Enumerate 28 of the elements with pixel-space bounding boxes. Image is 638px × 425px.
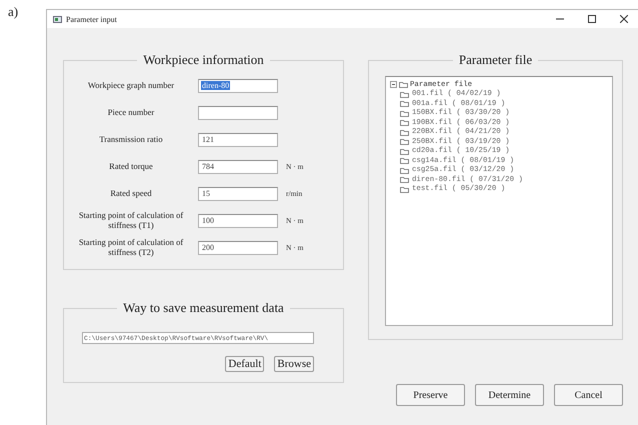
field-label: Starting point of calculation of stiffness (T1) xyxy=(78,210,184,230)
dialog-button[interactable]: Browse xyxy=(274,356,314,372)
collapse-icon[interactable] xyxy=(390,81,397,88)
app-icon xyxy=(53,16,62,22)
figure-label: a) xyxy=(7,3,20,21)
dialog-button[interactable]: Cancel xyxy=(554,384,623,406)
close-icon[interactable] xyxy=(620,15,628,23)
input-field[interactable]: 15 xyxy=(198,186,278,200)
maximize-icon[interactable] xyxy=(588,15,596,23)
dialog-button[interactable]: Preserve xyxy=(396,384,465,406)
input-field[interactable]: diren-80 xyxy=(198,78,278,92)
group-title: Parameter file xyxy=(458,52,534,68)
field-label: Piece number xyxy=(106,108,156,118)
field-label: Transmission ratio xyxy=(98,134,164,144)
input-field[interactable]: 784 xyxy=(198,160,278,174)
window-title: Parameter input xyxy=(66,14,118,24)
group-title: Way to save measurement data xyxy=(122,300,285,316)
field-label: Rated torque xyxy=(108,162,154,172)
field-label: Rated speed xyxy=(109,188,153,198)
input-field[interactable]: 121 xyxy=(198,132,278,146)
input-field[interactable] xyxy=(198,106,278,120)
input-field[interactable]: 100 xyxy=(198,214,278,228)
dialog-button[interactable]: Determine xyxy=(475,384,544,406)
field-label: Workpiece graph number xyxy=(86,80,176,90)
group-title: Workpiece information xyxy=(142,52,265,68)
field-label: Starting point of calculation of stiffness (T2) xyxy=(78,238,184,258)
dialog-button[interactable]: Default xyxy=(225,356,264,372)
input-field[interactable]: 200 xyxy=(198,240,278,254)
